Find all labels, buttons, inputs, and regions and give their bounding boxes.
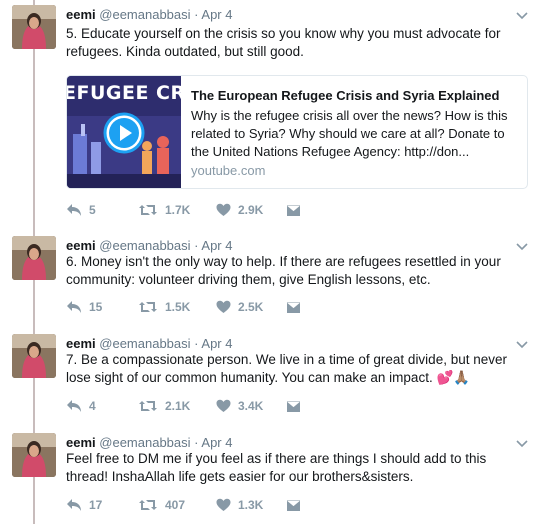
retweet-count: 1.7K <box>165 203 191 217</box>
like-icon <box>216 498 231 511</box>
message-button[interactable] <box>286 299 308 315</box>
tweet-header: eemi @eemanabbasi · Apr 4 <box>66 435 232 451</box>
retweet-button[interactable]: 407 <box>138 497 185 513</box>
timestamp[interactable]: Apr 4 <box>201 435 232 450</box>
avatar[interactable] <box>12 433 56 477</box>
reply-button[interactable]: 4 <box>66 398 96 414</box>
like-icon <box>216 399 231 412</box>
like-button[interactable]: 2.5K <box>216 299 263 315</box>
card-domain: youtube.com <box>191 163 266 178</box>
reply-icon <box>67 499 81 511</box>
chevron-down-icon[interactable] <box>515 436 529 448</box>
display-name[interactable]: eemi <box>66 238 96 253</box>
separator: · <box>194 435 199 450</box>
like-count: 3.4K <box>238 399 264 413</box>
play-icon[interactable] <box>103 112 145 154</box>
separator: · <box>194 238 199 253</box>
tweet-text: 6. Money isn't the only way to help. If … <box>66 254 501 287</box>
message-icon <box>286 203 301 217</box>
separator: · <box>194 336 199 351</box>
card-title[interactable]: The European Refugee Crisis and Syria Ex… <box>191 88 499 103</box>
avatar[interactable] <box>12 236 56 280</box>
retweet-button[interactable]: 1.7K <box>138 202 190 218</box>
message-icon <box>286 300 301 314</box>
reply-icon <box>67 400 81 412</box>
card-thumbnail[interactable]: EFUGEE CRIS <box>67 76 181 188</box>
like-icon <box>216 203 231 216</box>
like-button[interactable]: 1.3K <box>216 497 263 513</box>
tweet-actions: 15 1.5K 2.5K <box>66 299 466 315</box>
timestamp[interactable]: Apr 4 <box>201 336 232 351</box>
retweet-count: 1.5K <box>165 300 191 314</box>
card-description: Why is the refugee crisis all over the n… <box>191 108 508 159</box>
message-button[interactable] <box>286 202 308 218</box>
avatar[interactable] <box>12 334 56 378</box>
message-icon <box>286 498 301 512</box>
tweet-text: Feel free to DM me if you feel as if the… <box>66 451 487 484</box>
reply-button[interactable]: 17 <box>66 497 102 513</box>
tweet-actions: 5 1.7K 2.9K <box>66 202 466 218</box>
reply-count: 5 <box>89 203 96 217</box>
tweet-actions: 17 407 1.3K <box>66 497 466 513</box>
tweet[interactable]: eemi @eemanabbasi · Apr 4 6. Money isn't… <box>0 236 540 320</box>
tweet[interactable]: eemi @eemanabbasi · Apr 4 5. Educate you… <box>0 5 540 221</box>
chevron-down-icon[interactable] <box>515 8 529 20</box>
tweet-header: eemi @eemanabbasi · Apr 4 <box>66 238 232 254</box>
timestamp[interactable]: Apr 4 <box>201 238 232 253</box>
like-button[interactable]: 3.4K <box>216 398 263 414</box>
retweet-icon <box>139 500 157 510</box>
username[interactable]: @eemanabbasi <box>99 336 190 351</box>
username[interactable]: @eemanabbasi <box>99 435 190 450</box>
avatar[interactable] <box>12 5 56 49</box>
message-icon <box>286 399 301 413</box>
retweet-icon <box>139 205 157 215</box>
tweet-actions: 4 2.1K 3.4K <box>66 398 466 414</box>
reply-icon <box>67 204 81 216</box>
message-button[interactable] <box>286 398 308 414</box>
tweet-header: eemi @eemanabbasi · Apr 4 <box>66 336 232 352</box>
reply-button[interactable]: 15 <box>66 299 102 315</box>
tweet[interactable]: eemi @eemanabbasi · Apr 4 Feel free to D… <box>0 433 540 519</box>
like-button[interactable]: 2.9K <box>216 202 263 218</box>
like-icon <box>216 300 231 313</box>
chevron-down-icon[interactable] <box>515 337 529 349</box>
display-name[interactable]: eemi <box>66 7 96 22</box>
retweet-button[interactable]: 2.1K <box>138 398 190 414</box>
display-name[interactable]: eemi <box>66 435 96 450</box>
username[interactable]: @eemanabbasi <box>99 7 190 22</box>
reply-count: 15 <box>89 300 103 314</box>
tweet[interactable]: eemi @eemanabbasi · Apr 4 7. Be a compas… <box>0 334 540 418</box>
retweet-count: 407 <box>165 498 186 512</box>
username[interactable]: @eemanabbasi <box>99 238 190 253</box>
retweet-icon <box>139 401 157 411</box>
reply-count: 17 <box>89 498 103 512</box>
retweet-count: 2.1K <box>165 399 191 413</box>
retweet-icon <box>139 302 157 312</box>
reply-count: 4 <box>89 399 96 413</box>
tweet-text: 5. Educate yourself on the crisis so you… <box>66 26 501 59</box>
reply-icon <box>67 301 81 313</box>
retweet-button[interactable]: 1.5K <box>138 299 190 315</box>
thumbnail-title: EFUGEE CRIS <box>67 82 181 104</box>
tweet-text: 7. Be a compassionate person. We live in… <box>66 352 507 385</box>
chevron-down-icon[interactable] <box>515 239 529 251</box>
separator: · <box>194 7 199 22</box>
like-count: 2.9K <box>238 203 264 217</box>
like-count: 2.5K <box>238 300 264 314</box>
timestamp[interactable]: Apr 4 <box>201 7 232 22</box>
tweet-header: eemi @eemanabbasi · Apr 4 <box>66 7 232 23</box>
message-button[interactable] <box>286 497 308 513</box>
display-name[interactable]: eemi <box>66 336 96 351</box>
reply-button[interactable]: 5 <box>66 202 96 218</box>
like-count: 1.3K <box>238 498 264 512</box>
link-card[interactable]: EFUGEE CRIS The European Refugee Crisis … <box>66 75 528 189</box>
